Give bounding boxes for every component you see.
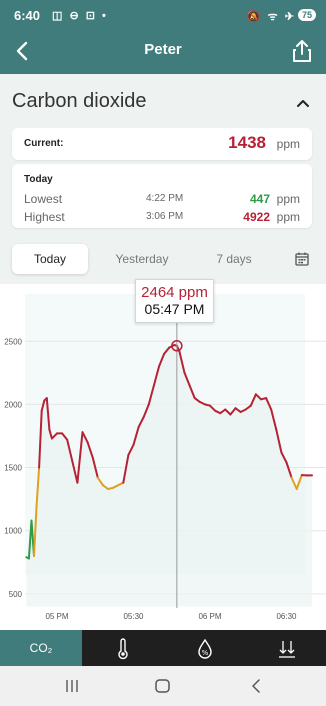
calendar-icon — [295, 252, 309, 266]
share-button[interactable] — [288, 36, 316, 66]
y-tick-label: 500 — [9, 590, 23, 599]
status-notification-icons: ◫ ⊖ ⊡ • — [52, 10, 108, 22]
highest-time: 3:06 PM — [146, 211, 184, 222]
status-system-icons: 🔕 ᯤ ✈ — [246, 11, 296, 23]
lowest-unit: ppm — [276, 192, 300, 206]
lowest-label: Lowest — [24, 192, 63, 206]
svg-text:%: % — [202, 649, 209, 657]
today-card: Today Lowest 4:22 PM 447 ppm Highest 3:0… — [12, 164, 312, 228]
recents-button[interactable] — [62, 676, 82, 696]
collapse-button[interactable] — [294, 94, 312, 112]
tooltip-value: 2464 ppm — [141, 284, 208, 301]
x-tick-label: 06 PM — [198, 612, 221, 621]
today-label: Today — [24, 174, 53, 185]
lowest-time: 4:22 PM — [146, 193, 184, 204]
humidity-percent-icon: % — [198, 638, 212, 659]
tooltip-time: 05:47 PM — [144, 301, 205, 317]
current-value: 1438 — [228, 133, 266, 152]
tab-today[interactable]: Today — [12, 244, 88, 274]
page-title: Peter — [144, 41, 182, 58]
main-content: Carbon dioxide Current: 1438 ppm Today L… — [0, 74, 326, 630]
highest-value: 4922 — [243, 210, 270, 224]
chart-tooltip: 2464 ppm 05:47 PM — [135, 279, 214, 323]
chart-svg: 500 1000 1500 2000 2500 05 PM 05:30 06 PM 06:30 — [4, 294, 326, 621]
x-tick-label: 05 PM — [45, 612, 68, 621]
highest-unit: ppm — [276, 210, 300, 224]
nav-temperature[interactable] — [82, 630, 164, 666]
share-icon — [293, 40, 311, 62]
bottom-nav: CO₂ % — [0, 630, 326, 666]
pressure-arrows-icon — [279, 641, 295, 658]
battery-indicator: 75 — [297, 9, 316, 21]
status-time: 6:40 — [14, 8, 41, 23]
co2-icon: CO₂ — [29, 641, 53, 655]
current-label: Current: — [24, 138, 64, 149]
section-title: Carbon dioxide — [12, 90, 147, 112]
highest-row: Highest 3:06 PM 4922 ppm — [24, 210, 300, 226]
current-unit: ppm — [276, 137, 300, 151]
recents-icon — [66, 680, 78, 692]
y-tick-label: 1500 — [4, 464, 22, 473]
x-tick-label: 05:30 — [123, 612, 144, 621]
lowest-row: Lowest 4:22 PM 447 ppm — [24, 192, 300, 208]
home-icon — [155, 679, 170, 693]
home-button[interactable] — [153, 676, 173, 696]
tab-yesterday[interactable]: Yesterday — [102, 244, 182, 274]
y-tick-label: 1000 — [4, 527, 22, 536]
app-header: Peter — [0, 30, 326, 74]
y-tick-label: 2000 — [4, 400, 22, 409]
co2-chart[interactable]: 500 1000 1500 2000 2500 05 PM 05:30 06 PM 06:30 — [0, 284, 326, 630]
tab-7-days[interactable]: 7 days — [198, 244, 270, 274]
lowest-value: 447 — [249, 192, 270, 206]
current-card: Current: 1438 ppm — [12, 128, 312, 160]
highest-label: Highest — [24, 210, 65, 224]
calendar-button[interactable] — [294, 251, 310, 267]
nav-co2[interactable]: CO₂ — [0, 630, 82, 666]
status-bar: 6:40 ◫ ⊖ ⊡ • 🔕 ᯤ ✈ 75 — [0, 0, 326, 30]
back-arrow-icon — [252, 679, 260, 693]
y-tick-label: 2500 — [4, 337, 22, 346]
nav-pressure[interactable] — [246, 630, 326, 666]
nav-humidity[interactable]: % — [164, 630, 246, 666]
system-nav-bar — [0, 666, 326, 706]
x-tick-label: 06:30 — [276, 612, 297, 621]
chevron-up-icon — [297, 100, 309, 107]
system-back-button[interactable] — [246, 676, 266, 696]
period-tabs: Today Yesterday 7 days — [12, 244, 312, 274]
thermometer-icon — [118, 638, 128, 660]
